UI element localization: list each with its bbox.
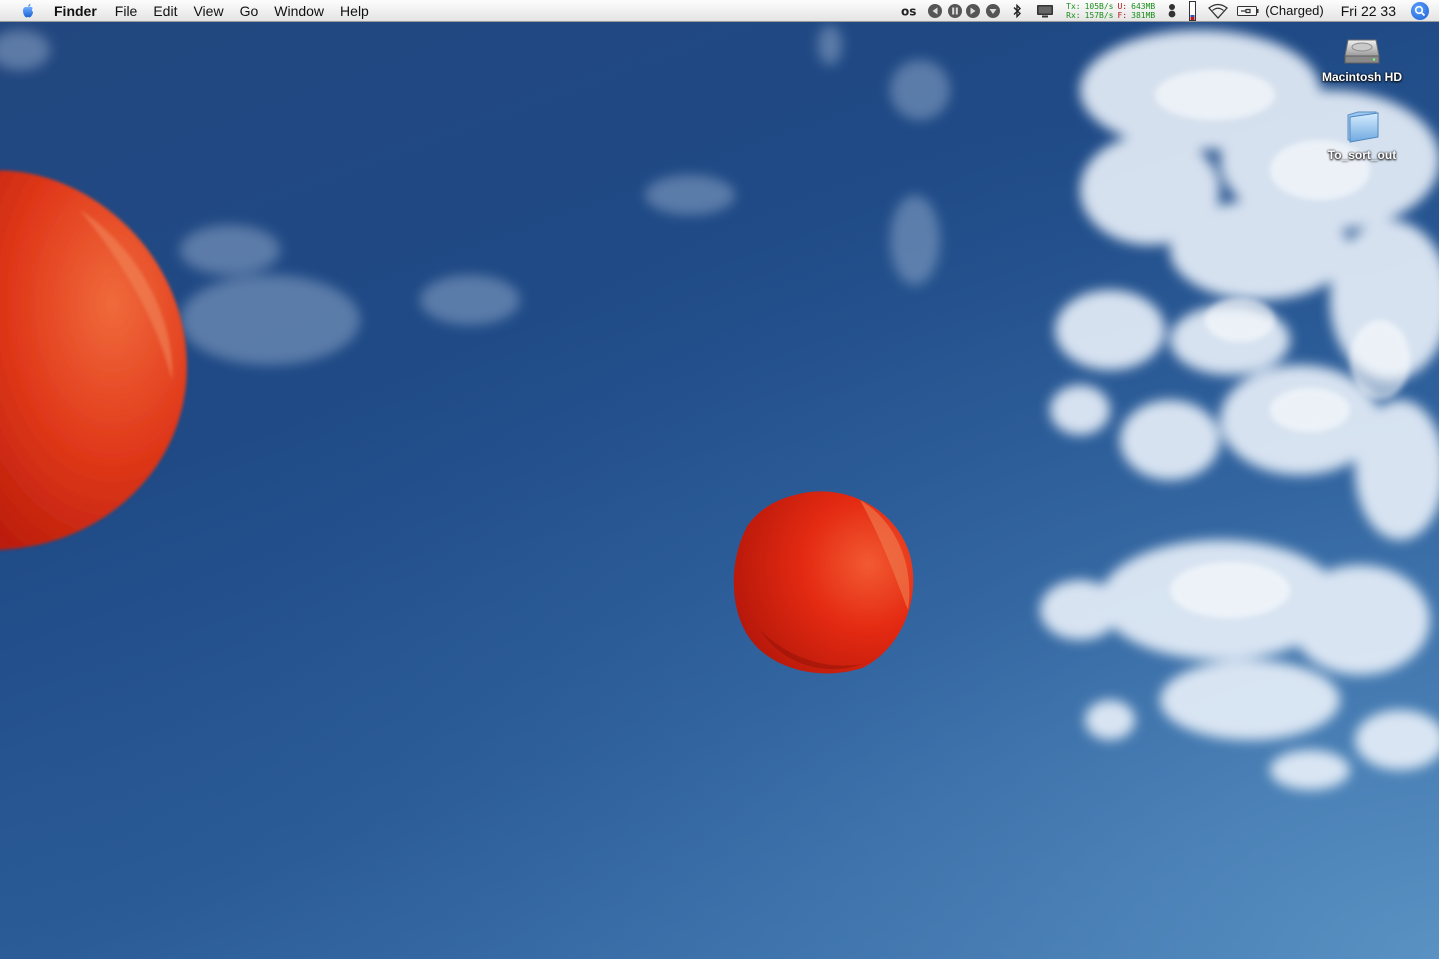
used-label: U:	[1117, 1, 1128, 11]
network-memory-stats[interactable]: Tx: 105B/s U: 643MB Rx: 157B/s F: 381MB	[1066, 2, 1155, 20]
pause-icon[interactable]	[947, 3, 963, 19]
menu-edit[interactable]: Edit	[145, 0, 185, 22]
to-sort-out-label: To_sort_out	[1327, 148, 1397, 162]
apple-logo-icon[interactable]	[19, 2, 37, 20]
previous-track-icon[interactable]	[927, 3, 943, 19]
free-memory: 381MB	[1131, 10, 1156, 20]
menubar-clock[interactable]: Fri 22 33	[1341, 3, 1396, 19]
menu-go[interactable]: Go	[232, 0, 267, 22]
tx-label: Tx:	[1066, 1, 1081, 11]
lastfm-icon[interactable]: os	[901, 5, 921, 17]
rx-rate: 157B/s	[1084, 10, 1114, 20]
tx-rate: 105B/s	[1084, 1, 1114, 11]
desktop-icon-to-sort-out[interactable]: To_sort_out	[1307, 106, 1417, 162]
wifi-icon[interactable]	[1208, 3, 1229, 19]
used-memory: 643MB	[1131, 1, 1156, 11]
svg-text:os: os	[901, 5, 916, 17]
macintosh-hd-label: Macintosh HD	[1321, 70, 1402, 84]
menu-help[interactable]: Help	[332, 0, 377, 22]
balloon-center	[733, 491, 914, 674]
rx-label: Rx:	[1066, 10, 1081, 20]
menu-view[interactable]: View	[185, 0, 231, 22]
hard-drive-icon	[1344, 39, 1380, 64]
next-track-icon[interactable]	[965, 3, 981, 19]
wallpaper	[0, 0, 1439, 959]
menu-app-finder[interactable]: Finder	[54, 0, 105, 22]
desktop-icon-macintosh-hd[interactable]: Macintosh HD	[1307, 28, 1417, 84]
display-mirroring-icon[interactable]	[1036, 3, 1054, 19]
track-menu-icon[interactable]	[985, 3, 1001, 19]
folder-icon	[1347, 111, 1379, 143]
cpu-meter-icon[interactable]	[1189, 0, 1197, 21]
menu-window[interactable]: Window	[266, 0, 332, 22]
free-label: F:	[1117, 10, 1128, 20]
menu-bar: Finder File Edit View Go Window Help os	[0, 0, 1439, 22]
bluetooth-icon[interactable]	[1012, 3, 1022, 19]
activity-indicator-icon[interactable]	[1167, 2, 1177, 20]
menu-file[interactable]: File	[107, 0, 146, 22]
desktop[interactable]: Finder File Edit View Go Window Help os	[0, 0, 1439, 959]
status-menus: os Tx: 105B/s U: 643MB Rx: 157B/s F: 381…	[898, 0, 1439, 21]
spotlight-search-icon[interactable]	[1411, 1, 1429, 20]
battery-icon[interactable]	[1237, 5, 1259, 17]
battery-status-text[interactable]: (Charged)	[1265, 3, 1324, 18]
